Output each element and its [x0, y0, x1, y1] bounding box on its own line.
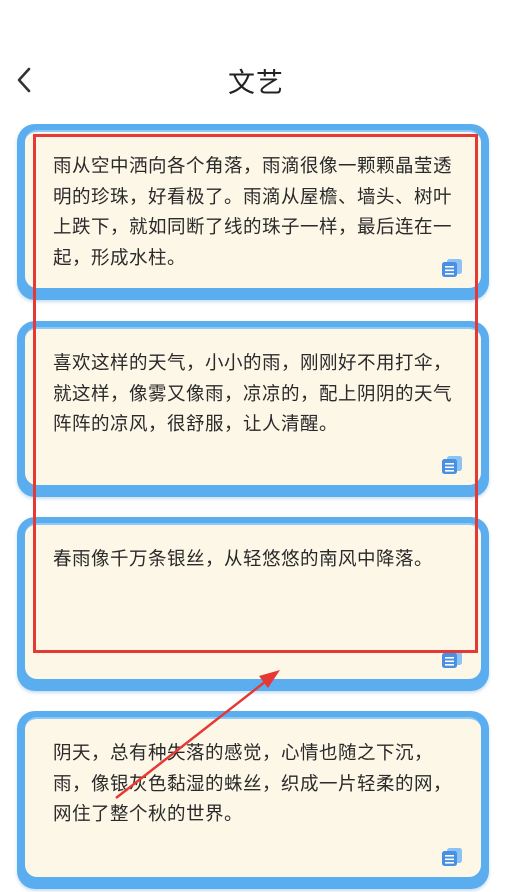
card-text: 雨从空中洒向各个角落，雨滴很像一颗颗晶莹透明的珍珠，好看极了。雨滴从屋檐、墙头、… [53, 156, 453, 269]
card-content: 阴天，总有种失落的感觉，心情也随之下沉，雨，像银灰色黏湿的蛛丝，织成一片轻柔的网… [25, 717, 481, 877]
quote-card[interactable]: 雨从空中洒向各个角落，雨滴很像一颗颗晶莹透明的珍珠，好看极了。雨滴从屋檐、墙头、… [17, 124, 489, 300]
page-title: 文艺 [228, 68, 284, 99]
card-content: 喜欢这样的天气，小小的雨，刚刚好不用打伞，就这样，像雾又像雨，凉凉的，配上阴阴的… [25, 327, 481, 485]
card-text: 春雨像千万条银丝，从轻悠悠的南风中降落。 [53, 549, 434, 570]
copy-icon[interactable] [441, 455, 463, 475]
header-bar: 文艺 [0, 55, 512, 107]
quote-card[interactable]: 喜欢这样的天气，小小的雨，刚刚好不用打伞，就这样，像雾又像雨，凉凉的，配上阴阴的… [17, 321, 489, 497]
copy-icon[interactable] [441, 649, 463, 669]
card-content: 春雨像千万条银丝，从轻悠悠的南风中降落。 [25, 523, 481, 679]
card-content: 雨从空中洒向各个角落，雨滴很像一颗颗晶莹透明的珍珠，好看极了。雨滴从屋檐、墙头、… [25, 130, 481, 288]
copy-icon[interactable] [441, 258, 463, 278]
copy-icon[interactable] [441, 847, 463, 867]
card-text: 喜欢这样的天气，小小的雨，刚刚好不用打伞，就这样，像雾又像雨，凉凉的，配上阴阴的… [53, 353, 453, 435]
quote-card[interactable]: 春雨像千万条银丝，从轻悠悠的南风中降落。 [17, 517, 489, 691]
card-text: 阴天，总有种失落的感觉，心情也随之下沉，雨，像银灰色黏湿的蛛丝，织成一片轻柔的网… [53, 743, 453, 825]
quote-card[interactable]: 阴天，总有种失落的感觉，心情也随之下沉，雨，像银灰色黏湿的蛛丝，织成一片轻柔的网… [17, 711, 489, 889]
